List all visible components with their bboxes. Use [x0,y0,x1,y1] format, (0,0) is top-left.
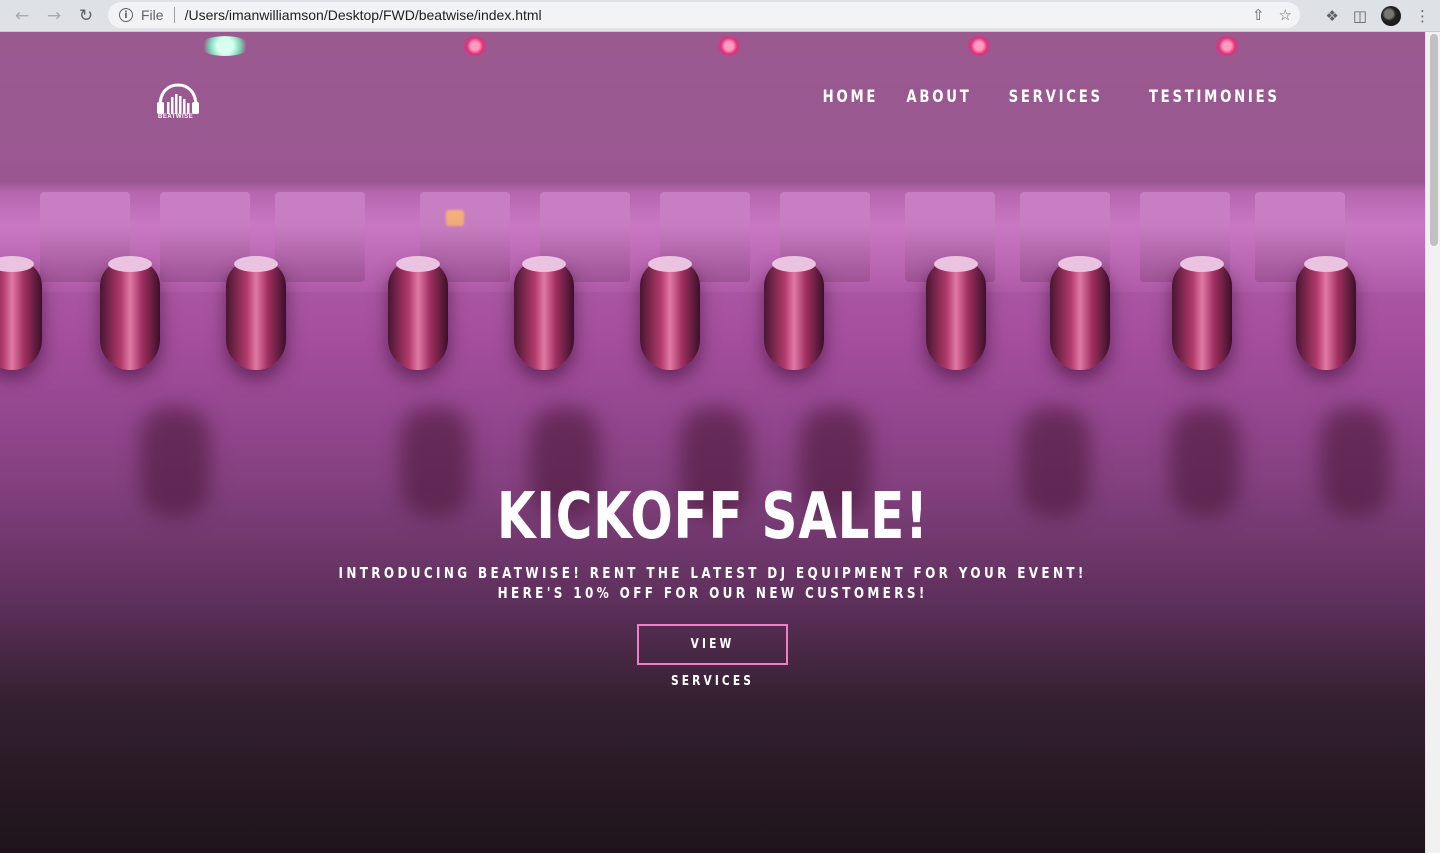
main-nav: HOME ABOUT SERVICES TESTIMONIES [823,87,1280,107]
stage-light [1214,36,1240,56]
mixer-knob [764,256,824,370]
avatar[interactable] [1381,6,1401,26]
browser-toolbar: ← → ↻ i File /Users/imanwilliamson/Deskt… [0,0,1440,32]
mixer-knob [1172,256,1232,370]
file-label: File [141,7,164,23]
kebab-menu-icon[interactable]: ⋮ [1415,7,1430,25]
mixer-knob [100,256,160,370]
mixer-slot [275,192,365,282]
hero-subtitle-line-2: HERE'S 10% OFF FOR OUR NEW CUSTOMERS! [497,584,928,602]
nav-services[interactable]: SERVICES [1008,87,1102,107]
share-icon[interactable]: ⇧ [1252,6,1265,24]
logo-text: BEATWISE [158,114,194,120]
nav-home[interactable]: HOME [823,87,879,107]
scrollbar-thumb[interactable] [1430,34,1438,246]
mixer-knob [1050,256,1110,370]
mixer-knob [0,256,42,370]
reload-icon[interactable]: ↻ [74,4,98,28]
stage-light [966,36,992,56]
hero-title: KICKOFF SALE! [496,480,929,554]
mixer-knob [1296,256,1356,370]
view-services-label: VIEW SERVICES [670,637,755,689]
back-icon[interactable]: ← [10,4,34,28]
star-icon[interactable]: ☆ [1279,6,1292,24]
view-services-button[interactable]: VIEW SERVICES [637,624,788,689]
side-panel-icon[interactable]: ◫ [1353,7,1367,25]
puzzle-icon[interactable]: ❖ [1325,7,1338,25]
nav-about[interactable]: ABOUT [906,87,971,107]
mixer-knob [926,256,986,370]
stage-light [462,36,488,56]
stage-light [200,36,250,56]
hero-content: KICKOFF SALE! INTRODUCING BEATWISE! RENT… [0,482,1425,690]
stage-light [716,36,742,56]
divider [173,7,175,23]
info-icon[interactable]: i [119,8,133,22]
forward-icon[interactable]: → [42,4,66,28]
hero-subtitle-line-1: INTRODUCING BEATWISE! RENT THE LATEST DJ… [338,564,1087,582]
url-text[interactable]: /Users/imanwilliamson/Desktop/FWD/beatwi… [185,7,542,23]
address-bar[interactable]: i File /Users/imanwilliamson/Desktop/FWD… [108,2,1300,28]
hero-subtitle: INTRODUCING BEATWISE! RENT THE LATEST DJ… [338,563,1086,603]
page-scrollbar[interactable] [1425,32,1440,853]
mixer-knob [514,256,574,370]
mixer-knob [640,256,700,370]
page-viewport: BEATWISE HOME ABOUT SERVICES TESTIMONIES… [0,32,1425,853]
nav-testimonies[interactable]: TESTIMONIES [1149,87,1280,107]
mixer-knob [226,256,286,370]
mixer-knob [388,256,448,370]
hero-section: BEATWISE HOME ABOUT SERVICES TESTIMONIES… [0,32,1425,853]
